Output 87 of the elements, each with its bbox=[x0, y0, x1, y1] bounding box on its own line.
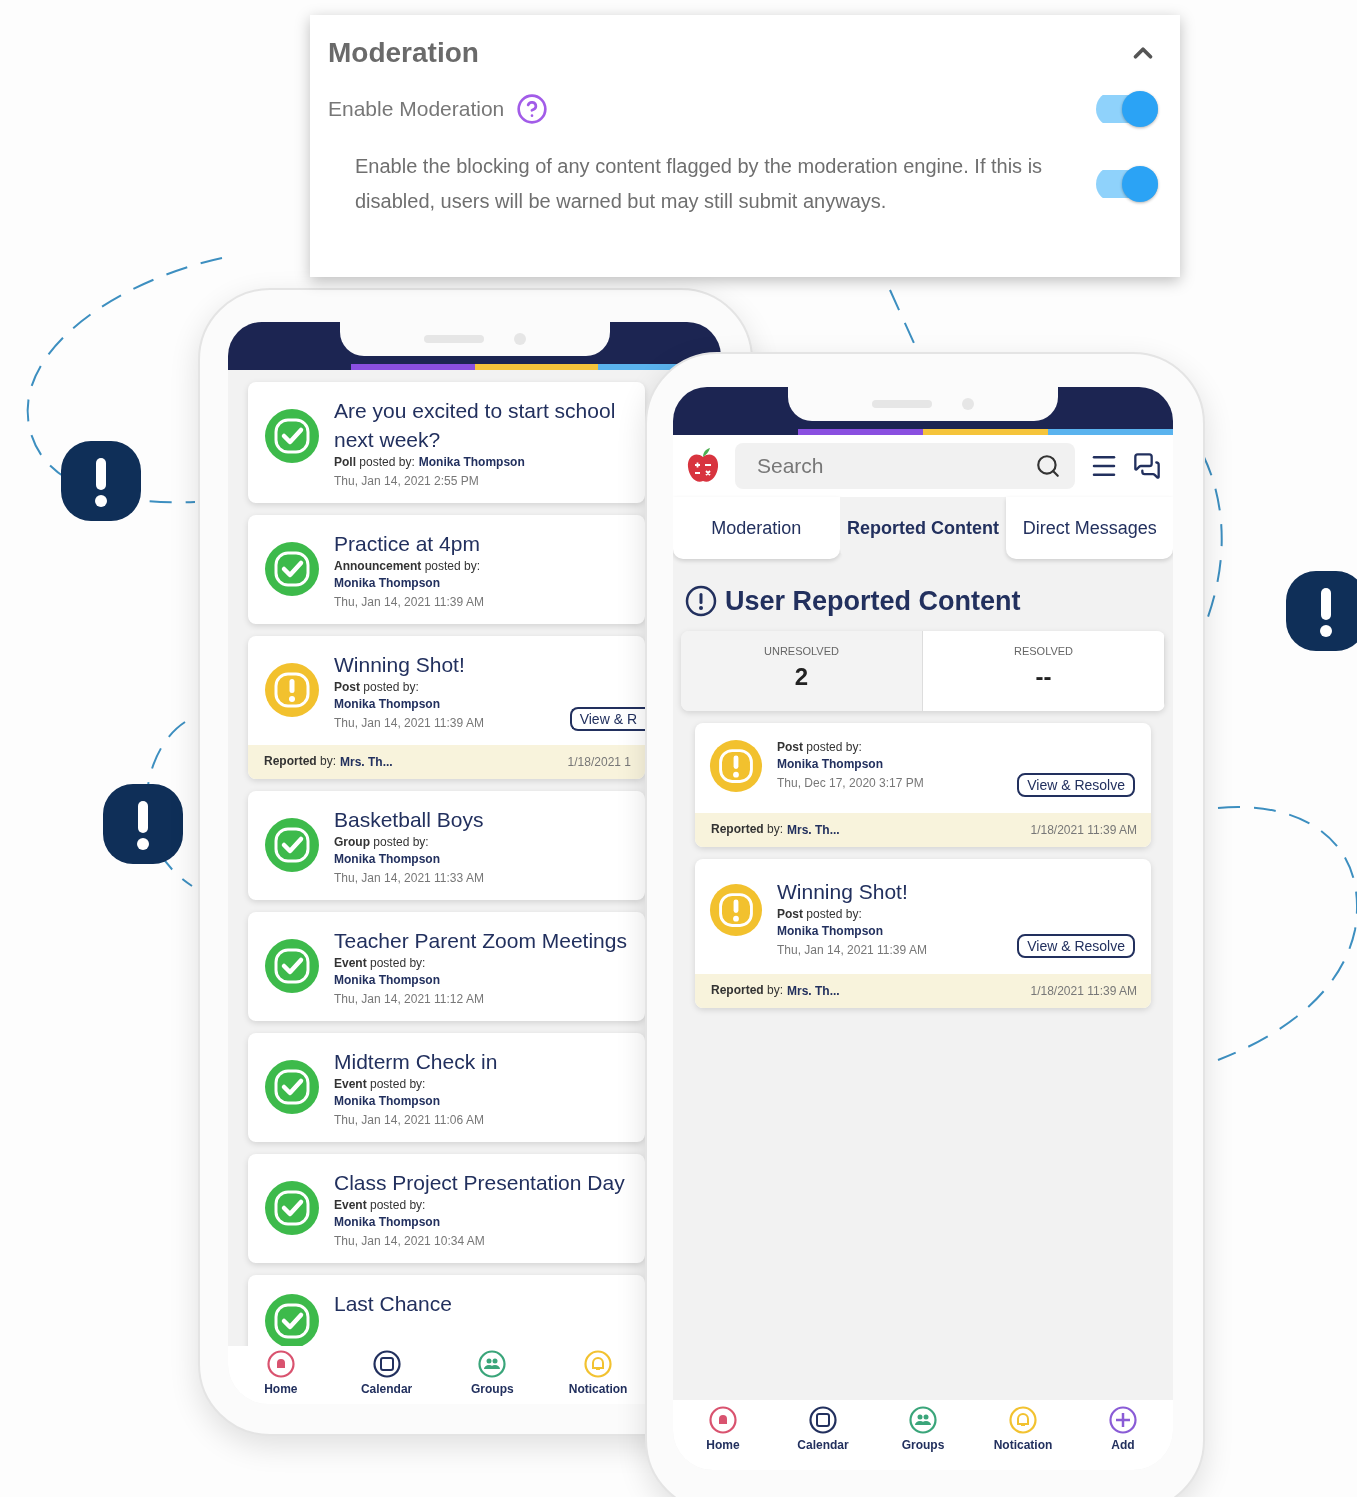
reported-by-label: Reported by: bbox=[711, 821, 783, 838]
nav-tab[interactable]: Add bbox=[1078, 1406, 1168, 1452]
post-title: Class Project Presentation Day bbox=[334, 1170, 626, 1196]
post-date: Thu, Jan 14, 2021 11:06 AM bbox=[334, 1112, 484, 1129]
stat-panel[interactable]: RESOLVED -- bbox=[923, 631, 1165, 711]
author-name: Monika Thompson bbox=[334, 696, 440, 713]
search-field[interactable]: Search bbox=[735, 443, 1075, 489]
view-resolve-button[interactable]: View & R bbox=[569, 707, 645, 731]
tab[interactable]: Direct Messages bbox=[1006, 497, 1173, 559]
search-icon[interactable] bbox=[1035, 453, 1061, 479]
help-icon[interactable] bbox=[516, 93, 549, 125]
stat-label: UNRESOLVED bbox=[764, 645, 839, 657]
post-title: Winning Shot! bbox=[777, 879, 909, 905]
report-date: 1/18/2021 11:39 AM bbox=[1030, 984, 1137, 998]
alert-badge-icon bbox=[60, 440, 142, 522]
page-heading: User Reported Content bbox=[725, 585, 1021, 617]
nav-tab[interactable]: Calendar bbox=[778, 1406, 868, 1452]
alert-badge-icon bbox=[102, 783, 184, 865]
nav-tab[interactable]: Groups bbox=[878, 1406, 968, 1452]
author-name: Monika Thompson bbox=[334, 851, 440, 868]
report-date: 1/18/2021 1 bbox=[567, 755, 631, 769]
post-date: Thu, Jan 14, 2021 2:55 PM bbox=[334, 473, 479, 490]
author-name: Monika Thompson bbox=[334, 575, 440, 592]
posted-by-label: Post posted by: bbox=[334, 679, 419, 696]
nav-tab[interactable]: Home bbox=[678, 1406, 768, 1452]
apple-logo bbox=[685, 447, 721, 485]
nav-tab[interactable]: Notication bbox=[978, 1406, 1068, 1452]
view-resolve-button[interactable]: View & Resolve bbox=[1017, 934, 1135, 958]
author-name: Monika Thompson bbox=[334, 1093, 440, 1110]
author-name: Monika Thompson bbox=[334, 1214, 440, 1231]
check-icon bbox=[264, 1059, 320, 1115]
post-date: Thu, Jan 14, 2021 11:39 AM bbox=[777, 942, 927, 959]
setting-description: Enable the blocking of any content flagged by the moderation engine. If this is disabled, users will be warned but may still submit anyways. bbox=[355, 154, 1044, 214]
tab[interactable]: Moderation bbox=[673, 497, 840, 559]
author-name: Monika Thompson bbox=[777, 923, 883, 940]
nav-tab[interactable]: Notication bbox=[553, 1350, 644, 1396]
check-icon bbox=[264, 938, 320, 994]
reporter-name: Mrs. Th... bbox=[787, 982, 840, 1000]
post-date: Thu, Jan 14, 2021 11:39 AM bbox=[334, 594, 484, 611]
author-name: Monika Thompson bbox=[418, 454, 525, 471]
post-title: Practice at 4pm bbox=[334, 531, 481, 557]
posted-by-label: Group posted by: bbox=[334, 834, 429, 851]
nav-tab[interactable]: Home bbox=[235, 1350, 326, 1396]
post-date: Thu, Jan 14, 2021 11:33 AM bbox=[334, 870, 484, 887]
post-title: Last Chance bbox=[334, 1291, 453, 1317]
stat-label: RESOLVED bbox=[1013, 645, 1074, 657]
posted-by-label: Announcement posted by: bbox=[334, 558, 481, 575]
check-icon bbox=[264, 541, 320, 597]
panel-title: Moderation bbox=[328, 37, 479, 69]
view-resolve-button[interactable]: View & Resolve bbox=[1017, 773, 1135, 797]
post-date: Thu, Jan 14, 2021 11:39 AM bbox=[334, 715, 484, 732]
author-name: Monika Thompson bbox=[334, 972, 440, 989]
posted-by-label: Event posted by: bbox=[334, 1076, 426, 1093]
search-input[interactable]: Search bbox=[755, 453, 1035, 479]
post-title: Winning Shot! bbox=[334, 652, 466, 678]
reporter-name: Mrs. Th... bbox=[340, 753, 393, 771]
posted-by-label: Post posted by: bbox=[777, 906, 862, 923]
post-date: Thu, Jan 14, 2021 10:34 AM bbox=[334, 1233, 485, 1250]
check-icon bbox=[264, 817, 320, 873]
setting-label: Enable Moderation bbox=[328, 97, 505, 121]
warning-icon bbox=[264, 662, 320, 718]
post-title: Midterm Check in bbox=[334, 1049, 499, 1075]
posted-by-label: Event posted by: bbox=[334, 1197, 426, 1214]
warning-icon bbox=[709, 883, 763, 937]
posted-by-label: Post posted by: bbox=[777, 739, 862, 756]
posted-by-label: Poll posted by: bbox=[334, 454, 415, 471]
check-icon bbox=[264, 408, 320, 464]
post-title: Teacher Parent Zoom Meetings bbox=[334, 928, 628, 954]
report-date: 1/18/2021 11:39 AM bbox=[1030, 823, 1137, 837]
chat-icon[interactable] bbox=[1133, 452, 1161, 480]
post-date: Thu, Dec 17, 2020 3:17 PM bbox=[777, 775, 924, 792]
post-date: Thu, Jan 14, 2021 11:12 AM bbox=[334, 991, 484, 1008]
stat-panel[interactable]: UNRESOLVED 2 bbox=[681, 631, 923, 711]
post-title: Are you excited to start school next week? bbox=[334, 398, 617, 453]
check-icon bbox=[264, 1180, 320, 1236]
nav-tab[interactable]: Calendar bbox=[341, 1350, 432, 1396]
warning-icon bbox=[709, 739, 763, 793]
stat-value: 2 bbox=[794, 663, 809, 691]
reported-by-label: Reported by: bbox=[264, 753, 336, 770]
stat-value: -- bbox=[1035, 663, 1052, 691]
post-title: Basketball Boys bbox=[334, 807, 485, 833]
nav-tab[interactable]: Groups bbox=[447, 1350, 538, 1396]
reported-by-label: Reported by: bbox=[711, 982, 783, 999]
author-name: Monika Thompson bbox=[777, 756, 883, 773]
alert-icon bbox=[685, 585, 717, 617]
posted-by-label: Event posted by: bbox=[334, 955, 426, 972]
reporter-name: Mrs. Th... bbox=[787, 821, 840, 839]
